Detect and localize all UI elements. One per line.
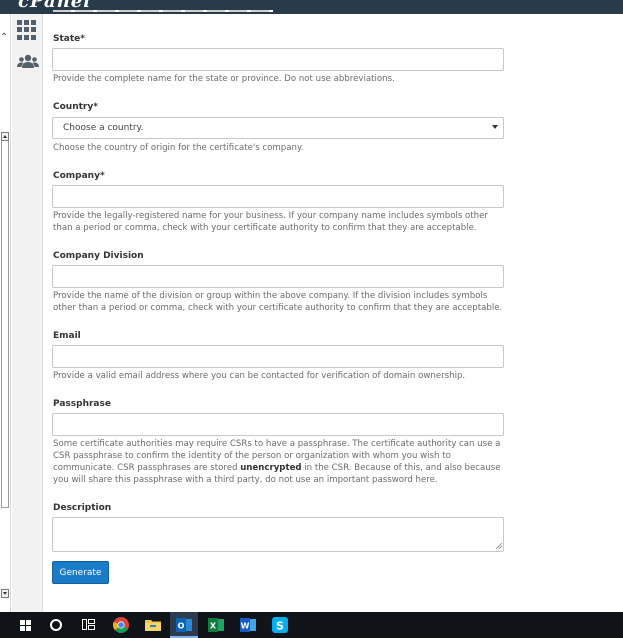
description-textarea[interactable]: [52, 517, 504, 552]
skype-icon[interactable]: S: [271, 616, 289, 634]
svg-text:W: W: [241, 622, 250, 631]
scroll-up-arrow-icon[interactable]: [1, 132, 9, 141]
search-icon[interactable]: [50, 619, 62, 631]
windows-start-icon[interactable]: [20, 620, 31, 631]
email-label: Email: [53, 331, 81, 341]
passphrase-label: Passphrase: [53, 399, 111, 409]
excel-icon[interactable]: X: [207, 616, 225, 634]
cut-off-help-text: [53, 8, 273, 14]
side-nav: [12, 14, 43, 612]
file-explorer-icon[interactable]: [144, 616, 162, 634]
windows-taskbar: O X W S: [0, 612, 623, 638]
company-label: Company*: [53, 171, 105, 181]
collapse-caret-icon[interactable]: ⌃: [0, 32, 8, 43]
company-help: Provide the legally-registered name for …: [53, 211, 488, 233]
division-label: Company Division: [53, 251, 144, 261]
state-label: State*: [53, 34, 85, 44]
cpanel-window: cPanel ⌃ State* Provide the complete nam…: [0, 0, 623, 638]
svg-text:S: S: [276, 620, 284, 633]
country-help: Choose the country of origin for the cer…: [53, 143, 304, 153]
scroll-down-arrow-icon[interactable]: [1, 589, 9, 598]
outlook-taskbar-slot[interactable]: O: [170, 612, 198, 638]
email-input[interactable]: [52, 345, 504, 368]
word-icon[interactable]: W: [239, 616, 257, 634]
email-help: Provide a valid email address where you …: [53, 371, 466, 381]
svg-text:O: O: [178, 622, 185, 631]
company-input[interactable]: [52, 185, 504, 208]
division-help: Provide the name of the division or grou…: [53, 291, 503, 313]
country-select-value: Choose a country.: [63, 123, 144, 133]
grid-icon[interactable]: [17, 20, 39, 40]
scrollbar-track[interactable]: [1, 132, 9, 508]
state-help: Provide the complete name for the state …: [53, 74, 395, 84]
country-label: Country*: [53, 102, 98, 112]
passphrase-help: Some certificate authorities may require…: [53, 439, 501, 485]
left-scrollbar[interactable]: ⌃: [0, 14, 11, 612]
division-input[interactable]: [52, 265, 504, 288]
state-input[interactable]: [52, 48, 504, 71]
outlook-icon: O: [176, 618, 192, 632]
chevron-down-icon: [492, 125, 498, 129]
svg-text:X: X: [210, 622, 217, 631]
textarea-resize-handle-icon[interactable]: [496, 543, 502, 549]
description-label: Description: [53, 503, 112, 513]
chrome-icon[interactable]: [112, 616, 130, 634]
users-icon[interactable]: [17, 52, 39, 72]
passphrase-input[interactable]: [52, 413, 504, 436]
country-select[interactable]: Choose a country.: [52, 117, 504, 139]
task-view-icon[interactable]: [82, 619, 95, 630]
unencrypted-emphasis: unencrypted: [240, 463, 302, 473]
generate-button[interactable]: Generate: [52, 561, 109, 584]
